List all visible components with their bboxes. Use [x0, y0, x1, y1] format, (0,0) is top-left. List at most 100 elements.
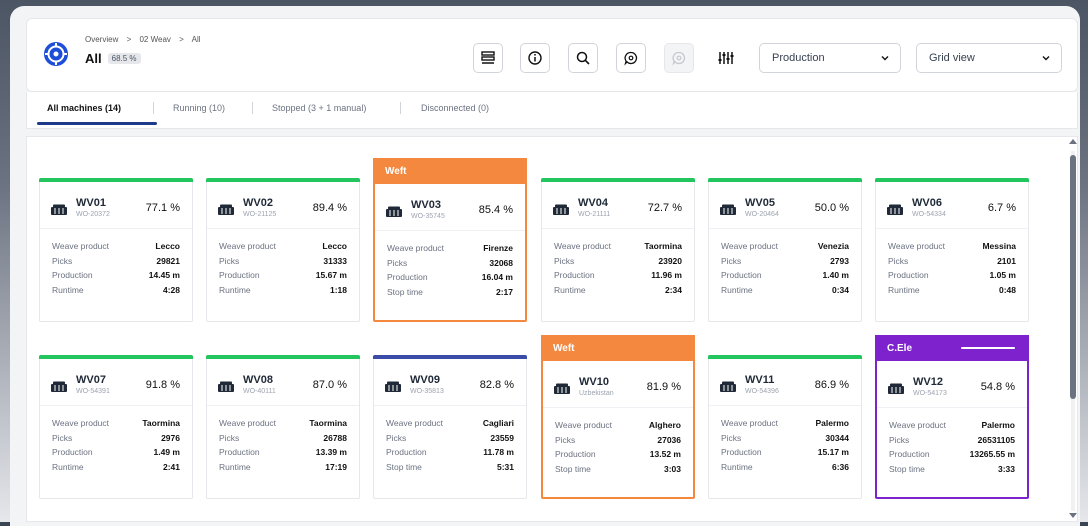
- weave-product-value: Firenze: [483, 243, 513, 253]
- detail-row: Stop time 3:03: [543, 462, 693, 477]
- picks-value: 2101: [997, 255, 1016, 266]
- detail-row: Weave product Firenze: [375, 241, 525, 256]
- machine-card[interactable]: WV02 WO-21125 89.4 % Weave product Lecco Pick…: [206, 178, 360, 322]
- machine-efficiency: 72.7 %: [647, 202, 682, 214]
- detail-label: Runtime: [721, 284, 753, 295]
- detail-label: Picks: [52, 255, 73, 266]
- detail-label: Runtime: [554, 284, 586, 295]
- detail-label: Production: [555, 449, 596, 459]
- detail-row: Picks 26788: [207, 431, 359, 446]
- breadcrumb-item[interactable]: 02 Weav: [139, 35, 170, 44]
- machine-card[interactable]: WV05 WO-20464 50.0 % Weave product Venezia Pi…: [708, 178, 862, 322]
- filter-settings-button[interactable]: [711, 43, 741, 73]
- machine-card[interactable]: WV04 WO-21111 72.7 % Weave product Taormina P…: [541, 178, 695, 322]
- production-value: 13.52 m: [649, 449, 681, 459]
- time-value: 2:17: [495, 286, 513, 297]
- detail-label: Runtime: [52, 284, 84, 295]
- machine-card[interactable]: Weft WV10 Uzbekistan 81.9 % Weave product Alg…: [541, 335, 695, 499]
- alarm-banner: Weft: [541, 335, 695, 361]
- machine-card[interactable]: WV06 WO-54334 6.7 % Weave product Messina Pic…: [875, 178, 1029, 322]
- status-tabs: All machines (14) Running (10) Stopped (…: [26, 92, 1078, 129]
- detail-row: Weave product Lecco: [207, 239, 359, 254]
- detail-row: Picks 32068: [375, 256, 525, 271]
- detail-row: Production 1.05 m: [876, 268, 1028, 283]
- detail-row: Production 11.96 m: [542, 268, 694, 283]
- breadcrumb-item[interactable]: Overview: [85, 35, 118, 44]
- production-value: 1.40 m: [822, 270, 849, 280]
- detail-row: Stop time 3:33: [877, 462, 1027, 477]
- scroll-up-arrow[interactable]: [1069, 139, 1077, 144]
- picks-value: 26531105: [977, 434, 1015, 445]
- comment-search-button[interactable]: [616, 43, 646, 73]
- detail-row: Picks 31333: [207, 254, 359, 269]
- machine-card[interactable]: WV08 WO-40111 87.0 % Weave product Taormina P…: [206, 355, 360, 499]
- vertical-scrollbar[interactable]: [1069, 137, 1077, 521]
- machine-card[interactable]: WV07 WO-54391 91.8 % Weave product Taormina P…: [39, 355, 193, 499]
- machine-card[interactable]: WV11 WO-54396 86.9 % Weave product Palermo Pi…: [708, 355, 862, 499]
- machine-card[interactable]: WV09 WO-35813 82.8 % Weave product Cagliari P…: [373, 355, 527, 499]
- detail-row: Stop time 5:31: [374, 460, 526, 475]
- detail-row: Picks 2793: [709, 254, 861, 269]
- time-value: 3:33: [997, 463, 1015, 474]
- detail-label: Stop time: [387, 286, 423, 297]
- detail-label: Picks: [555, 434, 576, 445]
- tab-all-machines[interactable]: All machines (14): [47, 103, 121, 113]
- time-value: 3:03: [663, 463, 681, 474]
- view-select[interactable]: Grid view: [916, 43, 1062, 73]
- production-value: 15.17 m: [817, 447, 849, 457]
- search-icon: [576, 51, 590, 65]
- detail-row: Runtime 2:34: [542, 283, 694, 298]
- loom-icon: [218, 381, 234, 392]
- machine-card[interactable]: WV01 WO-20372 77.1 % Weave product Lecco Pick…: [39, 178, 193, 322]
- detail-label: Picks: [219, 432, 240, 443]
- detail-label: Weave product: [387, 243, 445, 253]
- machine-grid: WV01 WO-20372 77.1 % Weave product Lecco Pick…: [26, 136, 1078, 522]
- info-button[interactable]: [520, 43, 550, 73]
- detail-row: Runtime 0:48: [876, 283, 1028, 298]
- picks-value: 26788: [323, 432, 347, 443]
- machine-card-header: WV11 WO-54396 86.9 %: [709, 359, 861, 406]
- production-select-value: Production: [772, 52, 825, 64]
- scroll-down-arrow[interactable]: [1069, 513, 1077, 518]
- detail-row: Picks 27036: [543, 433, 693, 448]
- list-layout-button[interactable]: [473, 43, 503, 73]
- loom-icon: [218, 204, 234, 215]
- scroll-thumb[interactable]: [1070, 155, 1076, 399]
- time-value: 17:19: [325, 461, 347, 472]
- weave-product-value: Alghero: [648, 420, 681, 430]
- info-icon: [528, 51, 542, 65]
- detail-row: Runtime 1:18: [207, 283, 359, 298]
- tab-stopped[interactable]: Stopped (3 + 1 manual): [272, 103, 366, 113]
- detail-label: Runtime: [219, 461, 251, 472]
- machine-card-header: WV03 WO-35745 85.4 %: [375, 184, 525, 231]
- machine-id: WV09: [410, 374, 440, 386]
- machine-card[interactable]: C.Ele WV12 WO-54173 54.8 % Weave product Pale…: [875, 335, 1029, 499]
- work-order: Uzbekistan: [579, 390, 614, 397]
- detail-label: Stop time: [889, 463, 925, 474]
- search-button[interactable]: [568, 43, 598, 73]
- machine-efficiency: 81.9 %: [646, 381, 681, 393]
- breadcrumb-item[interactable]: All: [192, 35, 201, 44]
- comment-search-icon: [624, 51, 638, 66]
- machine-id: WV10: [579, 376, 609, 388]
- production-select[interactable]: Production: [759, 43, 901, 73]
- detail-row: Weave product Venezia: [709, 239, 861, 254]
- machine-card[interactable]: Weft WV03 WO-35745 85.4 % Weave product Firen…: [373, 158, 527, 322]
- loom-icon: [553, 204, 569, 215]
- detail-label: Production: [52, 447, 93, 457]
- breadcrumb: Overview > 02 Weav > All: [85, 35, 207, 44]
- breadcrumb-separator: >: [179, 35, 184, 44]
- comment-search-disabled-button[interactable]: [664, 43, 694, 73]
- detail-label: Weave product: [52, 418, 110, 428]
- production-value: 1.49 m: [153, 447, 180, 457]
- detail-label: Picks: [386, 432, 407, 443]
- tab-disconnected[interactable]: Disconnected (0): [421, 103, 489, 113]
- detail-label: Weave product: [52, 241, 110, 251]
- production-value: 1.05 m: [989, 270, 1016, 280]
- picks-value: 27036: [657, 434, 681, 445]
- detail-row: Production 13.39 m: [207, 445, 359, 460]
- tab-running[interactable]: Running (10): [173, 103, 225, 113]
- chevron-down-icon: [1042, 56, 1050, 61]
- machine-efficiency: 6.7 %: [987, 202, 1016, 214]
- detail-label: Production: [219, 447, 260, 457]
